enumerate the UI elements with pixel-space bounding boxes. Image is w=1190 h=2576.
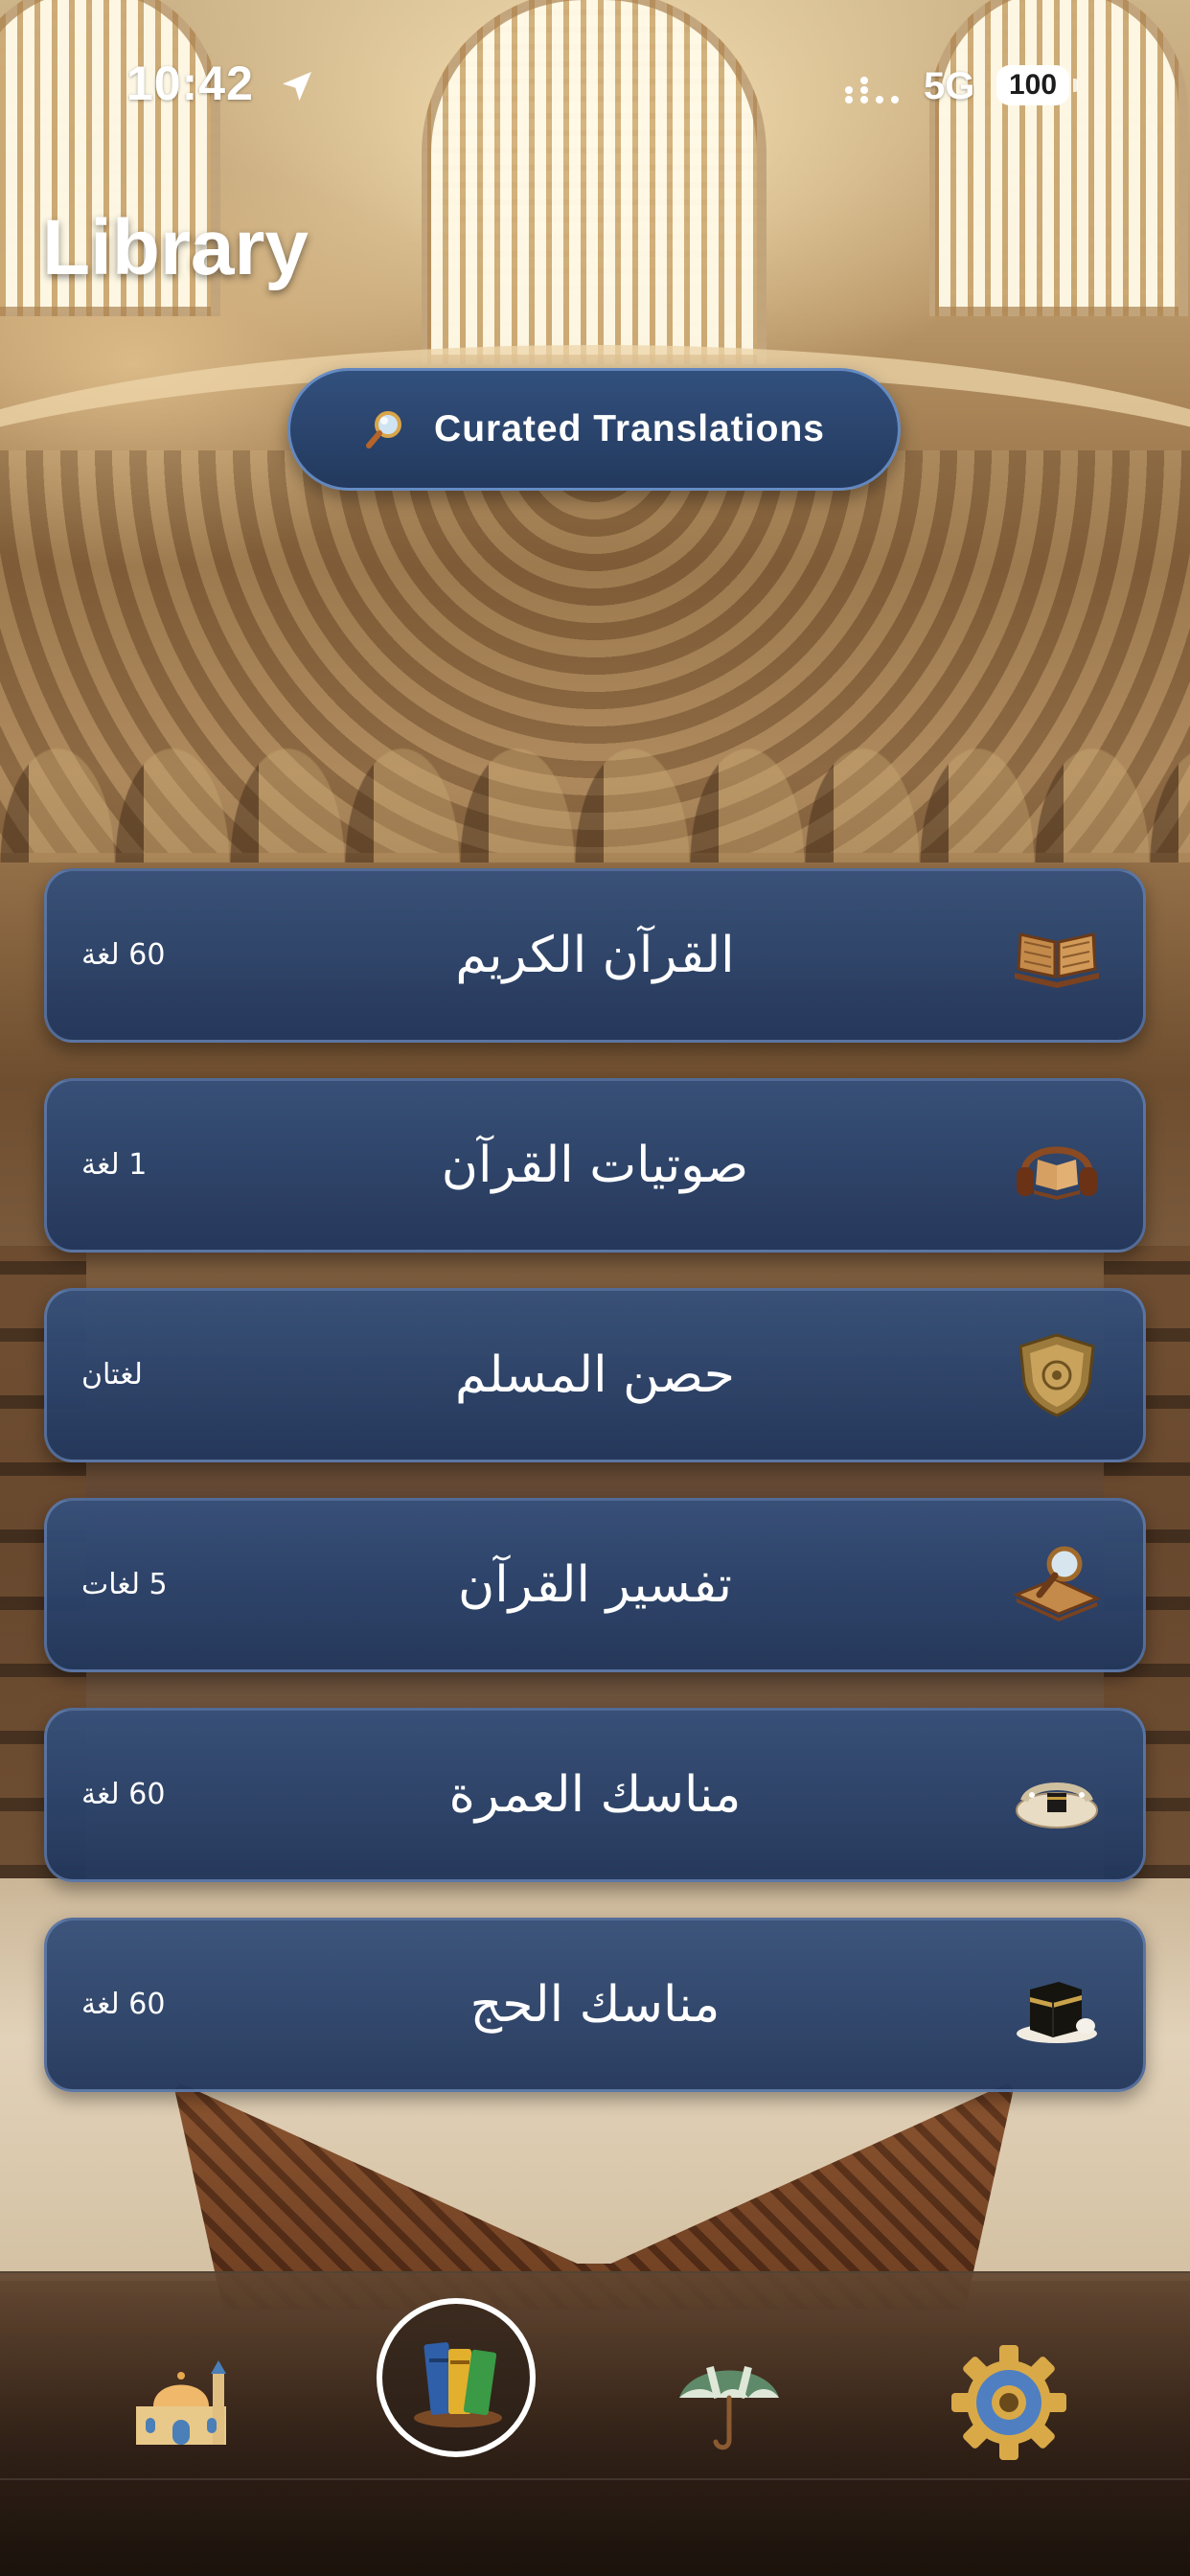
magnifier-book-icon [1013,1546,1101,1622]
library-list: 60 لغة القرآن الكريم 1 لغة صوتيات القرآن [44,868,1146,2128]
open-book-icon [1015,932,1099,988]
signal-dots-icon [845,77,899,104]
page-title: Library [42,204,309,291]
umbrella-icon [679,2366,779,2450]
magnifier-icon [366,411,402,448]
home-indicator [0,2478,1190,2480]
books-icon [414,2342,502,2427]
item-language-count: 60 لغة [81,938,166,972]
kaaba-icon [1017,1982,1097,2043]
shield-icon [1018,1333,1095,1417]
item-language-count: لغتان [81,1358,143,1392]
headphones-book-icon [1017,1146,1097,1200]
library-item-umrah[interactable]: 60 لغة مناسك العمرة [44,1708,1146,1882]
location-arrow-icon [283,72,311,101]
library-item-quran[interactable]: 60 لغة القرآن الكريم [44,868,1146,1043]
tab-library[interactable] [377,2298,536,2457]
status-time: 10:42 [126,57,254,110]
library-item-quran-audio[interactable]: 1 لغة صوتيات القرآن [44,1078,1146,1253]
tab-bar [0,2271,1190,2576]
curated-translations-button[interactable]: Curated Translations [287,368,901,491]
item-title: مناسك الحج [469,1976,721,2034]
item-language-count: 5 لغات [81,1568,168,1601]
item-title: مناسك العمرة [448,1766,742,1824]
item-title: تفسير القرآن [458,1556,732,1614]
item-title: صوتيات القرآن [441,1137,749,1194]
tab-settings[interactable] [927,2321,1090,2484]
mosque-icon [136,2360,226,2445]
item-language-count: 60 لغة [81,1778,166,1811]
library-item-tafsir[interactable]: 5 لغات تفسير القرآن [44,1498,1146,1672]
library-screen: 10:42 5G 100 Library Curated Translation… [0,0,1190,2576]
item-title: القرآن الكريم [455,927,735,984]
kaaba-scene-icon [1016,1782,1098,1828]
library-item-hisn-muslim[interactable]: لغتان حصن المسلم [44,1288,1146,1462]
item-title: حصن المسلم [455,1346,735,1404]
tab-mosque[interactable] [100,2321,263,2484]
item-language-count: 1 لغة [81,1148,148,1182]
gear-icon [951,2345,1066,2460]
item-language-count: 60 لغة [81,1988,166,2021]
tab-umbrella[interactable] [648,2321,811,2484]
library-item-hajj[interactable]: 60 لغة مناسك الحج [44,1918,1146,2092]
status-bar: 10:42 5G 100 [0,0,1190,172]
curated-translations-label: Curated Translations [434,408,825,449]
battery-indicator: 100 [996,65,1078,105]
network-label: 5G [924,65,975,107]
